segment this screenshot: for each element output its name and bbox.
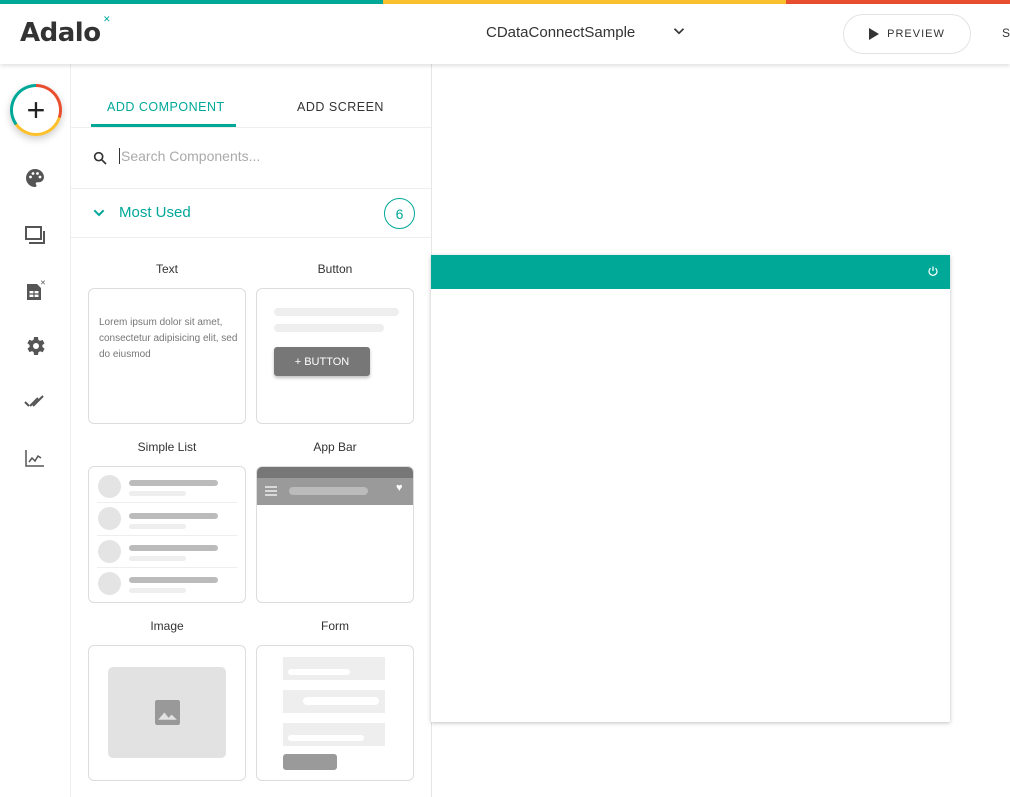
- add-button[interactable]: +: [10, 84, 62, 136]
- screen-header-bar: [431, 255, 950, 289]
- text-preview: Lorem ipsum dolor sit amet, consectetur …: [99, 317, 238, 360]
- share-button[interactable]: S: [1002, 26, 1010, 40]
- component-label-text: Text: [155, 262, 178, 276]
- preview-label: PREVIEW: [887, 28, 945, 40]
- component-label-app-bar: App Bar: [313, 440, 357, 454]
- divider: [71, 188, 431, 189]
- section-most-used[interactable]: Most Used: [119, 204, 191, 221]
- top-header: Adalo ✕ CDataConnectSample PREVIEW S: [0, 4, 1010, 64]
- component-card-image[interactable]: [88, 645, 246, 781]
- palette-icon[interactable]: [23, 166, 47, 190]
- power-icon[interactable]: [927, 265, 939, 277]
- tab-add-screen[interactable]: ADD SCREEN: [297, 100, 384, 114]
- button-preview: + BUTTON: [274, 347, 370, 376]
- search-components-input[interactable]: [119, 148, 409, 164]
- screens-icon[interactable]: [23, 223, 47, 247]
- add-panel: ADD COMPONENT ADD SCREEN Most Used 6 Tex…: [71, 64, 432, 797]
- chevron-down-icon[interactable]: [91, 205, 107, 221]
- app-screen-canvas[interactable]: [431, 255, 950, 722]
- left-toolbar: + ✕: [0, 64, 71, 797]
- image-icon: [155, 700, 180, 725]
- add-icon: +: [13, 87, 59, 133]
- publish-checks-icon[interactable]: [23, 390, 47, 414]
- component-label-button: Button: [317, 262, 353, 276]
- heart-icon: ♥: [396, 482, 403, 494]
- chevron-down-icon[interactable]: [670, 22, 688, 40]
- component-card-button[interactable]: + BUTTON: [256, 288, 414, 424]
- logo-sparkle-icon: ✕: [103, 14, 111, 24]
- menu-icon: [265, 486, 277, 496]
- svg-text:✕: ✕: [40, 280, 46, 287]
- database-icon[interactable]: ✕: [23, 279, 47, 303]
- component-label-image: Image: [150, 619, 184, 633]
- component-card-text[interactable]: Lorem ipsum dolor sit amet, consectetur …: [88, 288, 246, 424]
- component-card-app-bar[interactable]: ♥: [256, 466, 414, 603]
- preview-button[interactable]: PREVIEW: [843, 14, 971, 54]
- adalo-logo[interactable]: Adalo: [20, 18, 101, 48]
- tab-add-component[interactable]: ADD COMPONENT: [107, 100, 225, 114]
- component-label-simple-list: Simple List: [137, 440, 197, 454]
- component-label-form: Form: [321, 619, 349, 633]
- count-badge: 6: [384, 198, 415, 229]
- component-card-simple-list[interactable]: [88, 466, 246, 603]
- divider: [71, 127, 431, 128]
- analytics-icon[interactable]: [23, 446, 47, 470]
- divider: [71, 237, 431, 238]
- app-name[interactable]: CDataConnectSample: [486, 24, 635, 41]
- component-card-form[interactable]: [256, 645, 414, 781]
- settings-icon[interactable]: [23, 334, 47, 358]
- play-icon: [869, 28, 880, 40]
- search-icon: [93, 151, 107, 165]
